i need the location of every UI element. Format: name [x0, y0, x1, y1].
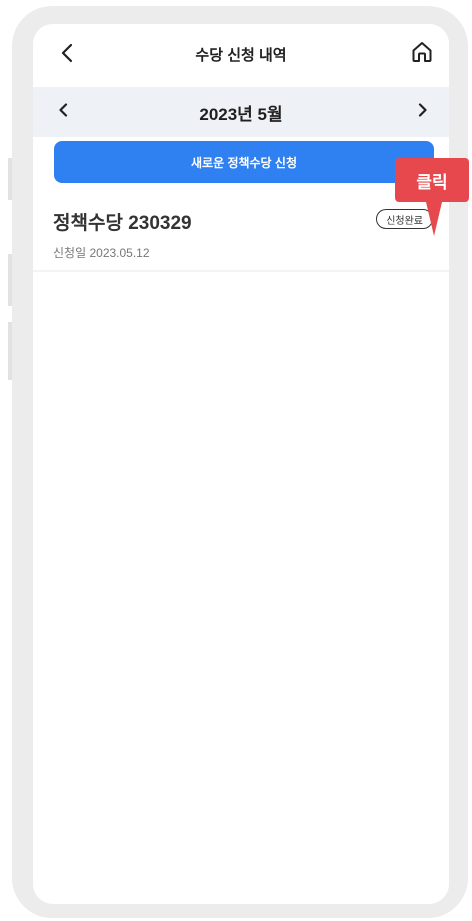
application-title: 정책수당 230329	[53, 213, 192, 234]
application-list-item[interactable]: 정책수당 230329 신청일 2023.05.12 신청완료	[33, 200, 449, 272]
application-date-row: 신청일 2023.05.12	[53, 244, 150, 261]
status-badge: 신청완료	[376, 209, 433, 229]
page-title: 수당 신청 내역	[195, 47, 287, 64]
application-date: 2023.05.12	[89, 246, 150, 260]
next-month-button[interactable]	[413, 101, 433, 123]
app-screen: 수당 신청 내역 2023년 5월 새로운 정책수당 신청 정책수당 23032…	[33, 24, 449, 904]
home-icon	[410, 40, 434, 69]
callout-pointer	[426, 202, 442, 236]
click-callout: 클릭	[395, 158, 469, 202]
home-button[interactable]	[409, 40, 435, 68]
month-selector: 2023년 5월	[33, 87, 449, 137]
current-month-label: 2023년 5월	[199, 104, 283, 124]
chevron-right-icon	[418, 102, 428, 122]
top-app-bar: 수당 신청 내역	[33, 24, 449, 87]
previous-month-button[interactable]	[53, 101, 73, 123]
application-date-label: 신청일	[53, 246, 87, 260]
chevron-left-icon	[58, 102, 68, 122]
new-application-button[interactable]: 새로운 정책수당 신청	[54, 141, 434, 183]
